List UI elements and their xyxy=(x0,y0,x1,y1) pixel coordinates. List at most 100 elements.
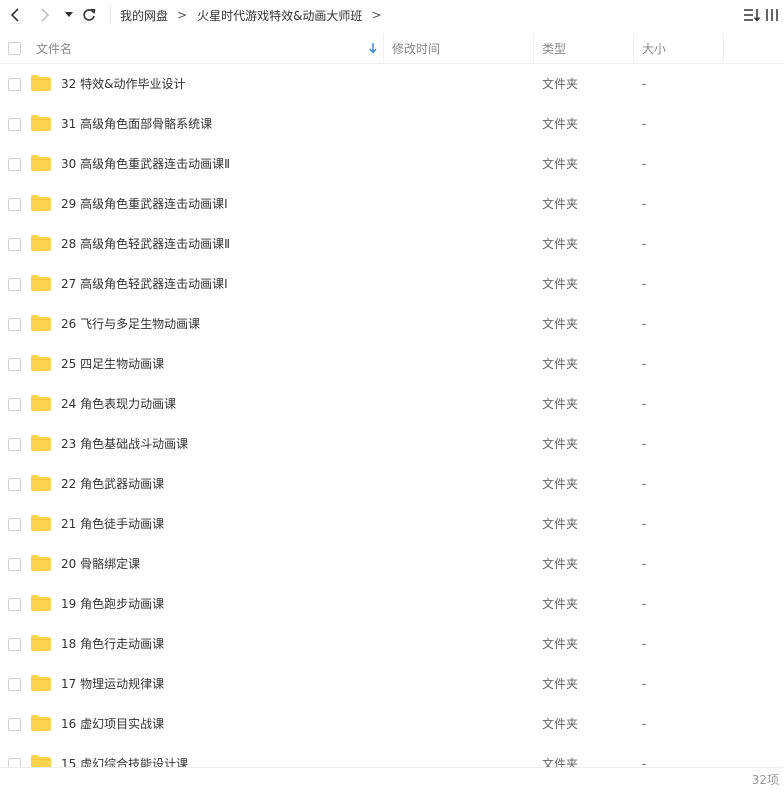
table-row[interactable]: 18 角色行走动画课 文件夹 - xyxy=(0,624,783,664)
folder-icon xyxy=(31,155,51,171)
row-checkbox[interactable] xyxy=(8,78,21,91)
file-name[interactable]: 16 虚幻项目实战课 xyxy=(61,704,164,744)
file-type: 文件夹 xyxy=(542,637,579,651)
breadcrumb-item-current[interactable]: 火星时代游戏特效&动画大师班 xyxy=(197,7,362,24)
file-manager-window: 我的网盘 > 火星时代游戏特效&动画大师班 > 文件名 修改时间 类型 大小 3… xyxy=(0,0,783,791)
file-name[interactable]: 29 高级角色重武器连击动画课Ⅰ xyxy=(61,184,228,224)
row-checkbox[interactable] xyxy=(8,278,21,291)
table-row[interactable]: 27 高级角色轻武器连击动画课Ⅰ 文件夹 - xyxy=(0,264,783,304)
table-row[interactable]: 30 高级角色重武器连击动画课Ⅱ 文件夹 - xyxy=(0,144,783,184)
file-type: 文件夹 xyxy=(542,237,579,251)
file-name[interactable]: 17 物理运动规律课 xyxy=(61,664,164,704)
table-row[interactable]: 19 角色跑步动画课 文件夹 - xyxy=(0,584,783,624)
column-divider[interactable] xyxy=(723,33,724,63)
file-name[interactable]: 24 角色表现力动画课 xyxy=(61,384,176,424)
file-name[interactable]: 22 角色武器动画课 xyxy=(61,464,164,504)
breadcrumb: 我的网盘 > 火星时代游戏特效&动画大师班 > xyxy=(120,0,392,30)
file-name[interactable]: 21 角色徒手动画课 xyxy=(61,504,164,544)
row-checkbox[interactable] xyxy=(8,238,21,251)
file-type: 文件夹 xyxy=(542,597,579,611)
file-name[interactable]: 15 虚幻综合技能设计课 xyxy=(61,744,188,767)
table-row[interactable]: 32 特效&动作毕业设计 文件夹 - xyxy=(0,64,783,104)
table-row[interactable]: 15 虚幻综合技能设计课 文件夹 - xyxy=(0,744,783,767)
view-mode-button[interactable] xyxy=(765,5,783,25)
row-checkbox[interactable] xyxy=(8,678,21,691)
file-name[interactable]: 18 角色行走动画课 xyxy=(61,624,164,664)
folder-icon xyxy=(31,315,51,331)
column-divider[interactable] xyxy=(533,33,534,63)
row-checkbox[interactable] xyxy=(8,358,21,371)
breadcrumb-item-root[interactable]: 我的网盘 xyxy=(120,7,168,24)
file-size: - xyxy=(642,757,647,767)
file-type: 文件夹 xyxy=(542,677,579,691)
table-row[interactable]: 28 高级角色轻武器连击动画课Ⅱ 文件夹 - xyxy=(0,224,783,264)
table-row[interactable]: 22 角色武器动画课 文件夹 - xyxy=(0,464,783,504)
file-name[interactable]: 31 高级角色面部骨骼系统课 xyxy=(61,104,212,144)
row-checkbox[interactable] xyxy=(8,478,21,491)
column-header-type[interactable]: 类型 xyxy=(542,33,633,63)
row-checkbox[interactable] xyxy=(8,718,21,731)
file-name[interactable]: 20 骨骼绑定课 xyxy=(61,544,140,584)
sort-options-button[interactable] xyxy=(742,5,762,25)
file-size: - xyxy=(642,477,647,491)
row-checkbox[interactable] xyxy=(8,598,21,611)
grid-view-icon xyxy=(766,9,778,21)
column-header-name[interactable]: 文件名 xyxy=(36,33,383,63)
table-row[interactable]: 26 飞行与多足生物动画课 文件夹 - xyxy=(0,304,783,344)
file-name[interactable]: 32 特效&动作毕业设计 xyxy=(61,64,185,104)
caret-down-icon xyxy=(65,12,73,17)
row-checkbox[interactable] xyxy=(8,558,21,571)
file-type: 文件夹 xyxy=(542,477,579,491)
sort-descending-icon[interactable] xyxy=(368,42,378,54)
file-name[interactable]: 28 高级角色轻武器连击动画课Ⅱ xyxy=(61,224,230,264)
file-name[interactable]: 30 高级角色重武器连击动画课Ⅱ xyxy=(61,144,230,184)
history-dropdown-button[interactable] xyxy=(62,4,76,26)
row-checkbox[interactable] xyxy=(8,518,21,531)
file-type: 文件夹 xyxy=(542,437,579,451)
table-row[interactable]: 23 角色基础战斗动画课 文件夹 - xyxy=(0,424,783,464)
row-checkbox[interactable] xyxy=(8,398,21,411)
file-name[interactable]: 27 高级角色轻武器连击动画课Ⅰ xyxy=(61,264,228,304)
row-checkbox[interactable] xyxy=(8,198,21,211)
table-row[interactable]: 25 四足生物动画课 文件夹 - xyxy=(0,344,783,384)
table-row[interactable]: 16 虚幻项目实战课 文件夹 - xyxy=(0,704,783,744)
column-divider[interactable] xyxy=(633,33,634,63)
column-header-size[interactable]: 大小 xyxy=(642,33,723,63)
row-checkbox[interactable] xyxy=(8,758,21,767)
table-row[interactable]: 31 高级角色面部骨骼系统课 文件夹 - xyxy=(0,104,783,144)
column-header-modified[interactable]: 修改时间 xyxy=(392,33,533,63)
table-row[interactable]: 29 高级角色重武器连击动画课Ⅰ 文件夹 - xyxy=(0,184,783,224)
back-button[interactable] xyxy=(6,4,24,26)
column-divider[interactable] xyxy=(383,33,384,63)
file-name[interactable]: 26 飞行与多足生物动画课 xyxy=(61,304,200,344)
row-checkbox[interactable] xyxy=(8,118,21,131)
table-row[interactable]: 17 物理运动规律课 文件夹 - xyxy=(0,664,783,704)
folder-icon xyxy=(31,235,51,251)
file-name[interactable]: 25 四足生物动画课 xyxy=(61,344,164,384)
file-size: - xyxy=(642,197,647,211)
table-row[interactable]: 21 角色徒手动画课 文件夹 - xyxy=(0,504,783,544)
file-type: 文件夹 xyxy=(542,197,579,211)
select-all-checkbox[interactable] xyxy=(8,42,21,55)
folder-icon xyxy=(31,635,51,651)
file-size: - xyxy=(642,157,647,171)
file-type: 文件夹 xyxy=(542,397,579,411)
file-size: - xyxy=(642,397,647,411)
row-checkbox[interactable] xyxy=(8,438,21,451)
table-row[interactable]: 24 角色表现力动画课 文件夹 - xyxy=(0,384,783,424)
file-name[interactable]: 23 角色基础战斗动画课 xyxy=(61,424,188,464)
file-type: 文件夹 xyxy=(542,157,579,171)
folder-icon xyxy=(31,475,51,491)
row-checkbox[interactable] xyxy=(8,318,21,331)
file-name[interactable]: 19 角色跑步动画课 xyxy=(61,584,164,624)
file-type: 文件夹 xyxy=(542,557,579,571)
file-size: - xyxy=(642,277,647,291)
refresh-button[interactable] xyxy=(80,4,98,26)
row-checkbox[interactable] xyxy=(8,158,21,171)
column-header: 文件名 修改时间 类型 大小 xyxy=(0,33,783,64)
breadcrumb-separator: > xyxy=(177,8,188,22)
forward-button[interactable] xyxy=(36,4,54,26)
row-checkbox[interactable] xyxy=(8,638,21,651)
folder-icon xyxy=(31,595,51,611)
table-row[interactable]: 20 骨骼绑定课 文件夹 - xyxy=(0,544,783,584)
